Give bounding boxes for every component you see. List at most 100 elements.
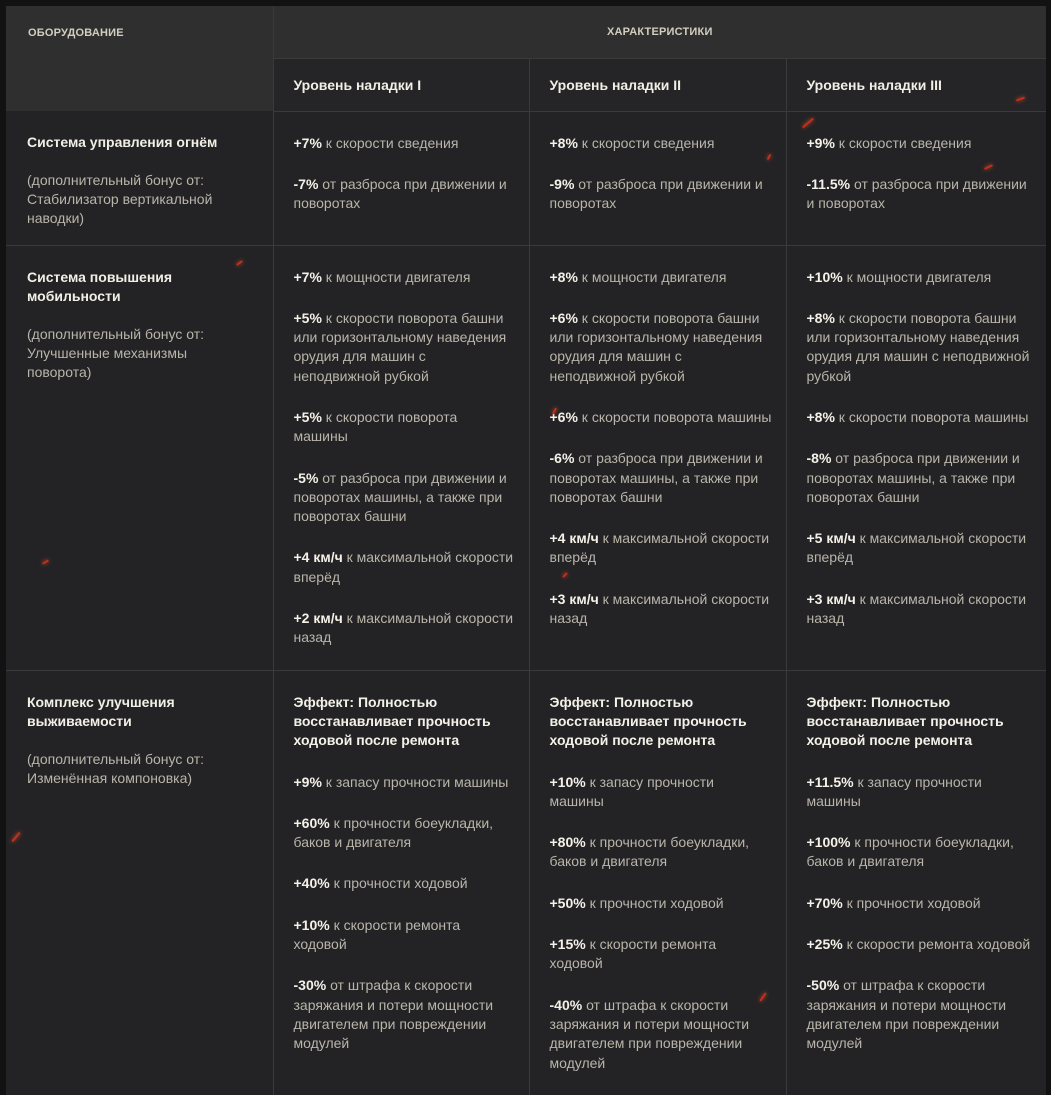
stat-description: к скорости поворота башни или горизонтал… <box>806 309 1030 384</box>
effect-description: Эффект: Полностью восстанавливает прочно… <box>806 693 1004 749</box>
stat-description: к скорости поворота башни или горизонтал… <box>293 309 507 384</box>
stat-line: +9% к скорости сведения <box>807 134 1033 153</box>
stat-value: +11.5% <box>806 773 854 790</box>
stat-description: от разброса при движении и поворотах маш… <box>293 469 507 525</box>
stat-description: от разброса при движении и поворотах маш… <box>806 450 1020 505</box>
stat-value: +3 км/ч <box>806 590 856 607</box>
level-2-cell: +8% к мощности двигателя +6% к скорости п… <box>529 245 787 671</box>
equipment-name: Комплекс улучшения выживаемости <box>27 693 175 729</box>
equipment-bonus-note: (дополнительный бонус от: Стабилизатор в… <box>27 172 213 226</box>
stat-line: +40% к прочности ходовой <box>294 874 515 893</box>
stat-line: +8% к скорости поворота башни или горизо… <box>807 309 1033 386</box>
stat-line: -11.5% от разброса при движении и поворо… <box>807 175 1033 214</box>
stat-value: +8% <box>549 134 578 151</box>
table-row: Комплекс улучшения выживаемости (дополнит… <box>6 670 1047 1095</box>
stat-line: +2 км/ч к максимальной скорости назад <box>294 609 515 648</box>
stat-line: +7% к мощности двигателя <box>294 268 515 287</box>
stat-value: +8% <box>806 408 835 425</box>
stat-line: +15% к скорости ремонта ходовой <box>550 935 772 974</box>
stat-value: +70% <box>806 894 843 911</box>
stat-line: +60% к прочности боеукладки, баков и дви… <box>294 814 515 853</box>
stat-value: +5% <box>293 408 322 425</box>
table-row: Система управления огнём (дополнительный … <box>6 111 1047 246</box>
stat-value: +8% <box>806 309 835 326</box>
stat-value: +5% <box>293 309 322 326</box>
stat-line: +10% к скорости ремонта ходовой <box>294 916 515 955</box>
equipment-cell: Система повышения мобильности (дополнител… <box>6 245 274 671</box>
stat-line: +9% к запасу прочности машины <box>294 773 515 792</box>
stat-description: к скорости сведения <box>577 134 715 151</box>
stat-value: +3 км/ч <box>549 590 599 607</box>
stat-description: к мощности двигателя <box>842 268 992 285</box>
stat-line: +10% к запасу прочности машины <box>550 773 772 812</box>
stat-value: +60% <box>293 814 330 831</box>
stat-description: к мощности двигателя <box>321 268 471 285</box>
stat-value: -9% <box>549 175 575 192</box>
stat-value: +8% <box>549 268 578 285</box>
stat-value: +25% <box>806 936 843 953</box>
equipment-cell: Комплекс улучшения выживаемости (дополнит… <box>6 670 274 1095</box>
stat-value: +40% <box>293 875 330 892</box>
stat-value: +10% <box>293 916 330 933</box>
stat-description: к скорости сведения <box>321 134 459 151</box>
table-row: Система повышения мобильности (дополнител… <box>6 245 1047 671</box>
level-2-cell: Эффект: Полностью восстанавливает прочно… <box>529 670 787 1095</box>
level-3-cell: Эффект: Полностью восстанавливает прочно… <box>786 670 1047 1095</box>
stat-value: +6% <box>549 309 578 326</box>
stat-value: +9% <box>293 773 322 790</box>
stat-value: -50% <box>806 977 840 994</box>
stat-line: +50% к прочности ходовой <box>550 894 772 913</box>
level-3-cell: +9% к скорости сведения -11.5% от разброс… <box>786 111 1047 246</box>
stat-description: к запасу прочности машины <box>321 773 509 790</box>
stat-value: -11.5% <box>806 175 851 192</box>
stat-value: -8% <box>806 450 832 467</box>
stat-value: +50% <box>549 894 586 911</box>
stat-description: к скорости ремонта ходовой <box>842 936 1031 953</box>
stat-description: от разброса при движении и поворотах <box>293 175 507 212</box>
stat-line: -9% от разброса при движении и поворотах <box>550 175 772 214</box>
column-header-equipment: ОБОРУДОВАНИЕ <box>6 6 274 111</box>
level-header-2: Уровень наладки II <box>529 58 787 112</box>
stat-value: -40% <box>549 996 583 1013</box>
stat-line: +25% к скорости ремонта ходовой <box>807 935 1033 954</box>
stat-value: -6% <box>549 450 575 467</box>
stat-value: +80% <box>549 834 586 851</box>
column-header-characteristics: ХАРАКТЕРИСТИКИ <box>273 6 1047 59</box>
stat-line: -30% от штрафа к скорости заряжания и по… <box>294 976 515 1053</box>
stat-line: +5% к скорости поворота башни или горизо… <box>294 309 515 386</box>
level-1-cell: +7% к скорости сведения -7% от разброса п… <box>273 111 530 246</box>
stat-line: +4 км/ч к максимальной скорости вперёд <box>550 529 772 568</box>
stat-value: +2 км/ч <box>293 610 343 627</box>
stat-description: к прочности ходовой <box>329 875 468 892</box>
stat-line: +3 км/ч к максимальной скорости назад <box>550 590 772 629</box>
stat-line: +6% к скорости поворота башни или горизо… <box>550 309 772 386</box>
stat-value: +100% <box>806 834 851 851</box>
stat-description: к мощности двигателя <box>577 268 727 285</box>
stat-line: +80% к прочности боеукладки, баков и дви… <box>550 833 772 872</box>
stat-line: +8% к скорости сведения <box>550 134 772 153</box>
stat-description: к скорости поворота башни или горизонтал… <box>549 309 763 384</box>
stat-line: +10% к мощности двигателя <box>807 268 1033 287</box>
effect-description: Эффект: Полностью восстанавливает прочно… <box>549 693 747 749</box>
stat-line: +3 км/ч к максимальной скорости назад <box>807 590 1033 629</box>
stat-line: -50% от штрафа к скорости заряжания и по… <box>807 976 1033 1053</box>
table-body: Система управления огнём (дополнительный … <box>6 111 1047 1095</box>
stat-line: +5 км/ч к максимальной скорости вперёд <box>807 529 1033 568</box>
stat-line: +7% к скорости сведения <box>294 134 515 153</box>
stat-value: +10% <box>806 268 843 285</box>
stat-description: от разброса при движении и поворотах <box>549 175 763 212</box>
stat-value: +7% <box>293 134 322 151</box>
equipment-cell: Система управления огнём (дополнительный … <box>6 111 274 246</box>
stat-line: +4 км/ч к максимальной скорости вперёд <box>294 548 515 587</box>
stat-description: к прочности ходовой <box>585 894 724 911</box>
stat-value: +9% <box>806 134 835 151</box>
stat-value: +5 км/ч <box>806 530 856 547</box>
stat-value: +10% <box>549 773 586 790</box>
stat-value: +4 км/ч <box>293 549 343 566</box>
level-3-cell: +10% к мощности двигателя +8% к скорости … <box>786 245 1047 671</box>
stat-value: +4 км/ч <box>549 530 599 547</box>
equipment-characteristics-table: ОБОРУДОВАНИЕ ХАРАКТЕРИСТИКИ Уровень нала… <box>6 6 1047 1095</box>
stat-line: +8% к скорости поворота машины <box>807 408 1033 427</box>
stat-value: -30% <box>293 977 327 994</box>
level-1-cell: +7% к мощности двигателя +5% к скорости п… <box>273 245 530 671</box>
